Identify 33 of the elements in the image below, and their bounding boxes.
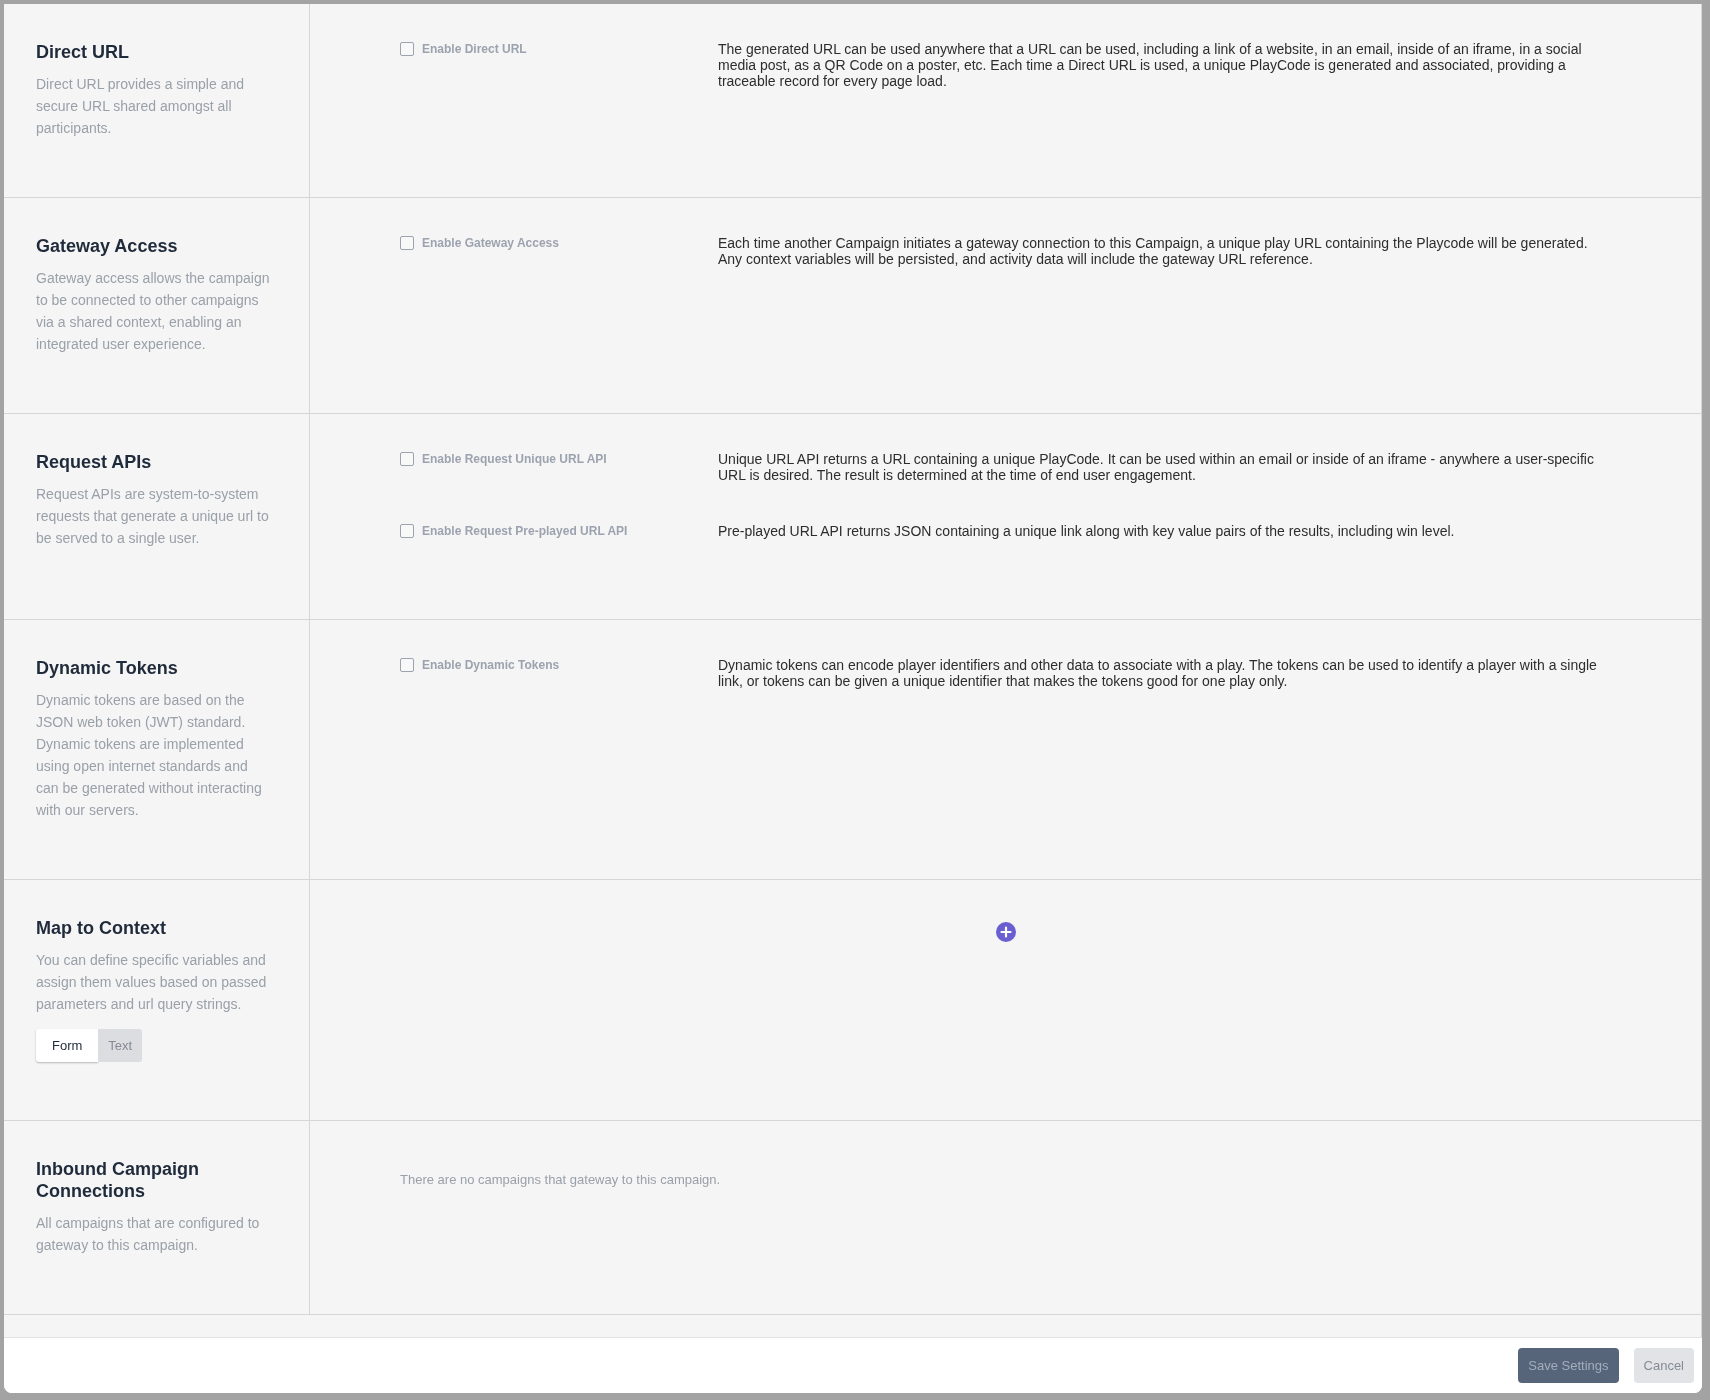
checkbox-label[interactable]: Enable Gateway Access [422,235,559,251]
checkbox[interactable] [400,42,414,56]
section-title: Direct URL [36,41,129,63]
section-title: Request APIs [36,451,152,473]
section-title: Map to Context [36,917,166,939]
checkbox[interactable] [400,452,414,466]
section-title: Dynamic Tokens [36,657,178,679]
section-description: Direct URL provides a simple and secure URL shared amongst all participants. [36,75,245,138]
option-description: Dynamic tokens can encode player identifiers and other data to associate with a play. The tokens can be used to identify a player with a single link, or tokens can be given a unique identifier that makes the tokens good for one play only. [718,657,1598,689]
checkbox[interactable] [400,236,414,250]
section-description: You can define specific variables and assign them values based on passed parameters and url query strings. [36,951,268,1014]
checkbox-label[interactable]: Enable Request Pre-played URL API [422,523,628,539]
option-description: Unique URL API returns a URL containing a unique PlayCode. It can be used within an email or inside of an iframe - anywhere a user-specific URL is desired. The result is determined at the time of end user engagement. [718,451,1595,483]
section-description: Request APIs are system-to-system requests that generate a unique url to be served to a single user. [36,485,270,548]
save-button[interactable]: Save Settings [1518,1348,1619,1383]
mode-toggle-option[interactable]: Form [36,1029,99,1062]
section-description: All campaigns that are configured to gateway to this campaign. [36,1214,261,1255]
section-description: Dynamic tokens are based on the JSON web token (JWT) standard. Dynamic tokens are implemented using open internet standards and can be generated without interacting with our servers. [36,691,263,820]
mode-toggle-option[interactable]: Text [98,1029,143,1062]
section-title: Inbound Campaign Connections [36,1158,200,1202]
checkbox-label[interactable]: Enable Request Unique URL API [422,451,607,467]
option-description: The generated URL can be used anywhere that a URL can be used, including a link of a website, in an email, inside of an iframe, in a social media post, as a QR Code on a poster, etc. Each time a Direct URL is used, a unique PlayCode is generated and associated, providing a traceable record for every page load. [718,41,1583,89]
section-description: Gateway access allows the campaign to be connected to other campaigns via a shared context, enabling an integrated user experience. [36,269,271,354]
empty-message: There are no campaigns that gateway to this campaign. [400,1172,721,1188]
checkbox[interactable] [400,658,414,672]
option-description: Each time another Campaign initiates a gateway connection to this Campaign, a unique play URL containing the Playcode will be generated. Any context variables will be persisted, and activity data will include the gateway URL reference. [718,235,1589,267]
option-description: Pre-played URL API returns JSON containing a unique link along with key value pairs of the results, including win level. [718,523,1456,539]
cancel-button[interactable]: Cancel [1633,1348,1694,1383]
checkbox-label[interactable]: Enable Direct URL [422,41,527,57]
add-icon[interactable] [995,922,1016,942]
checkbox-label[interactable]: Enable Dynamic Tokens [422,657,560,673]
checkbox[interactable] [400,524,414,538]
section-title: Gateway Access [36,235,178,257]
